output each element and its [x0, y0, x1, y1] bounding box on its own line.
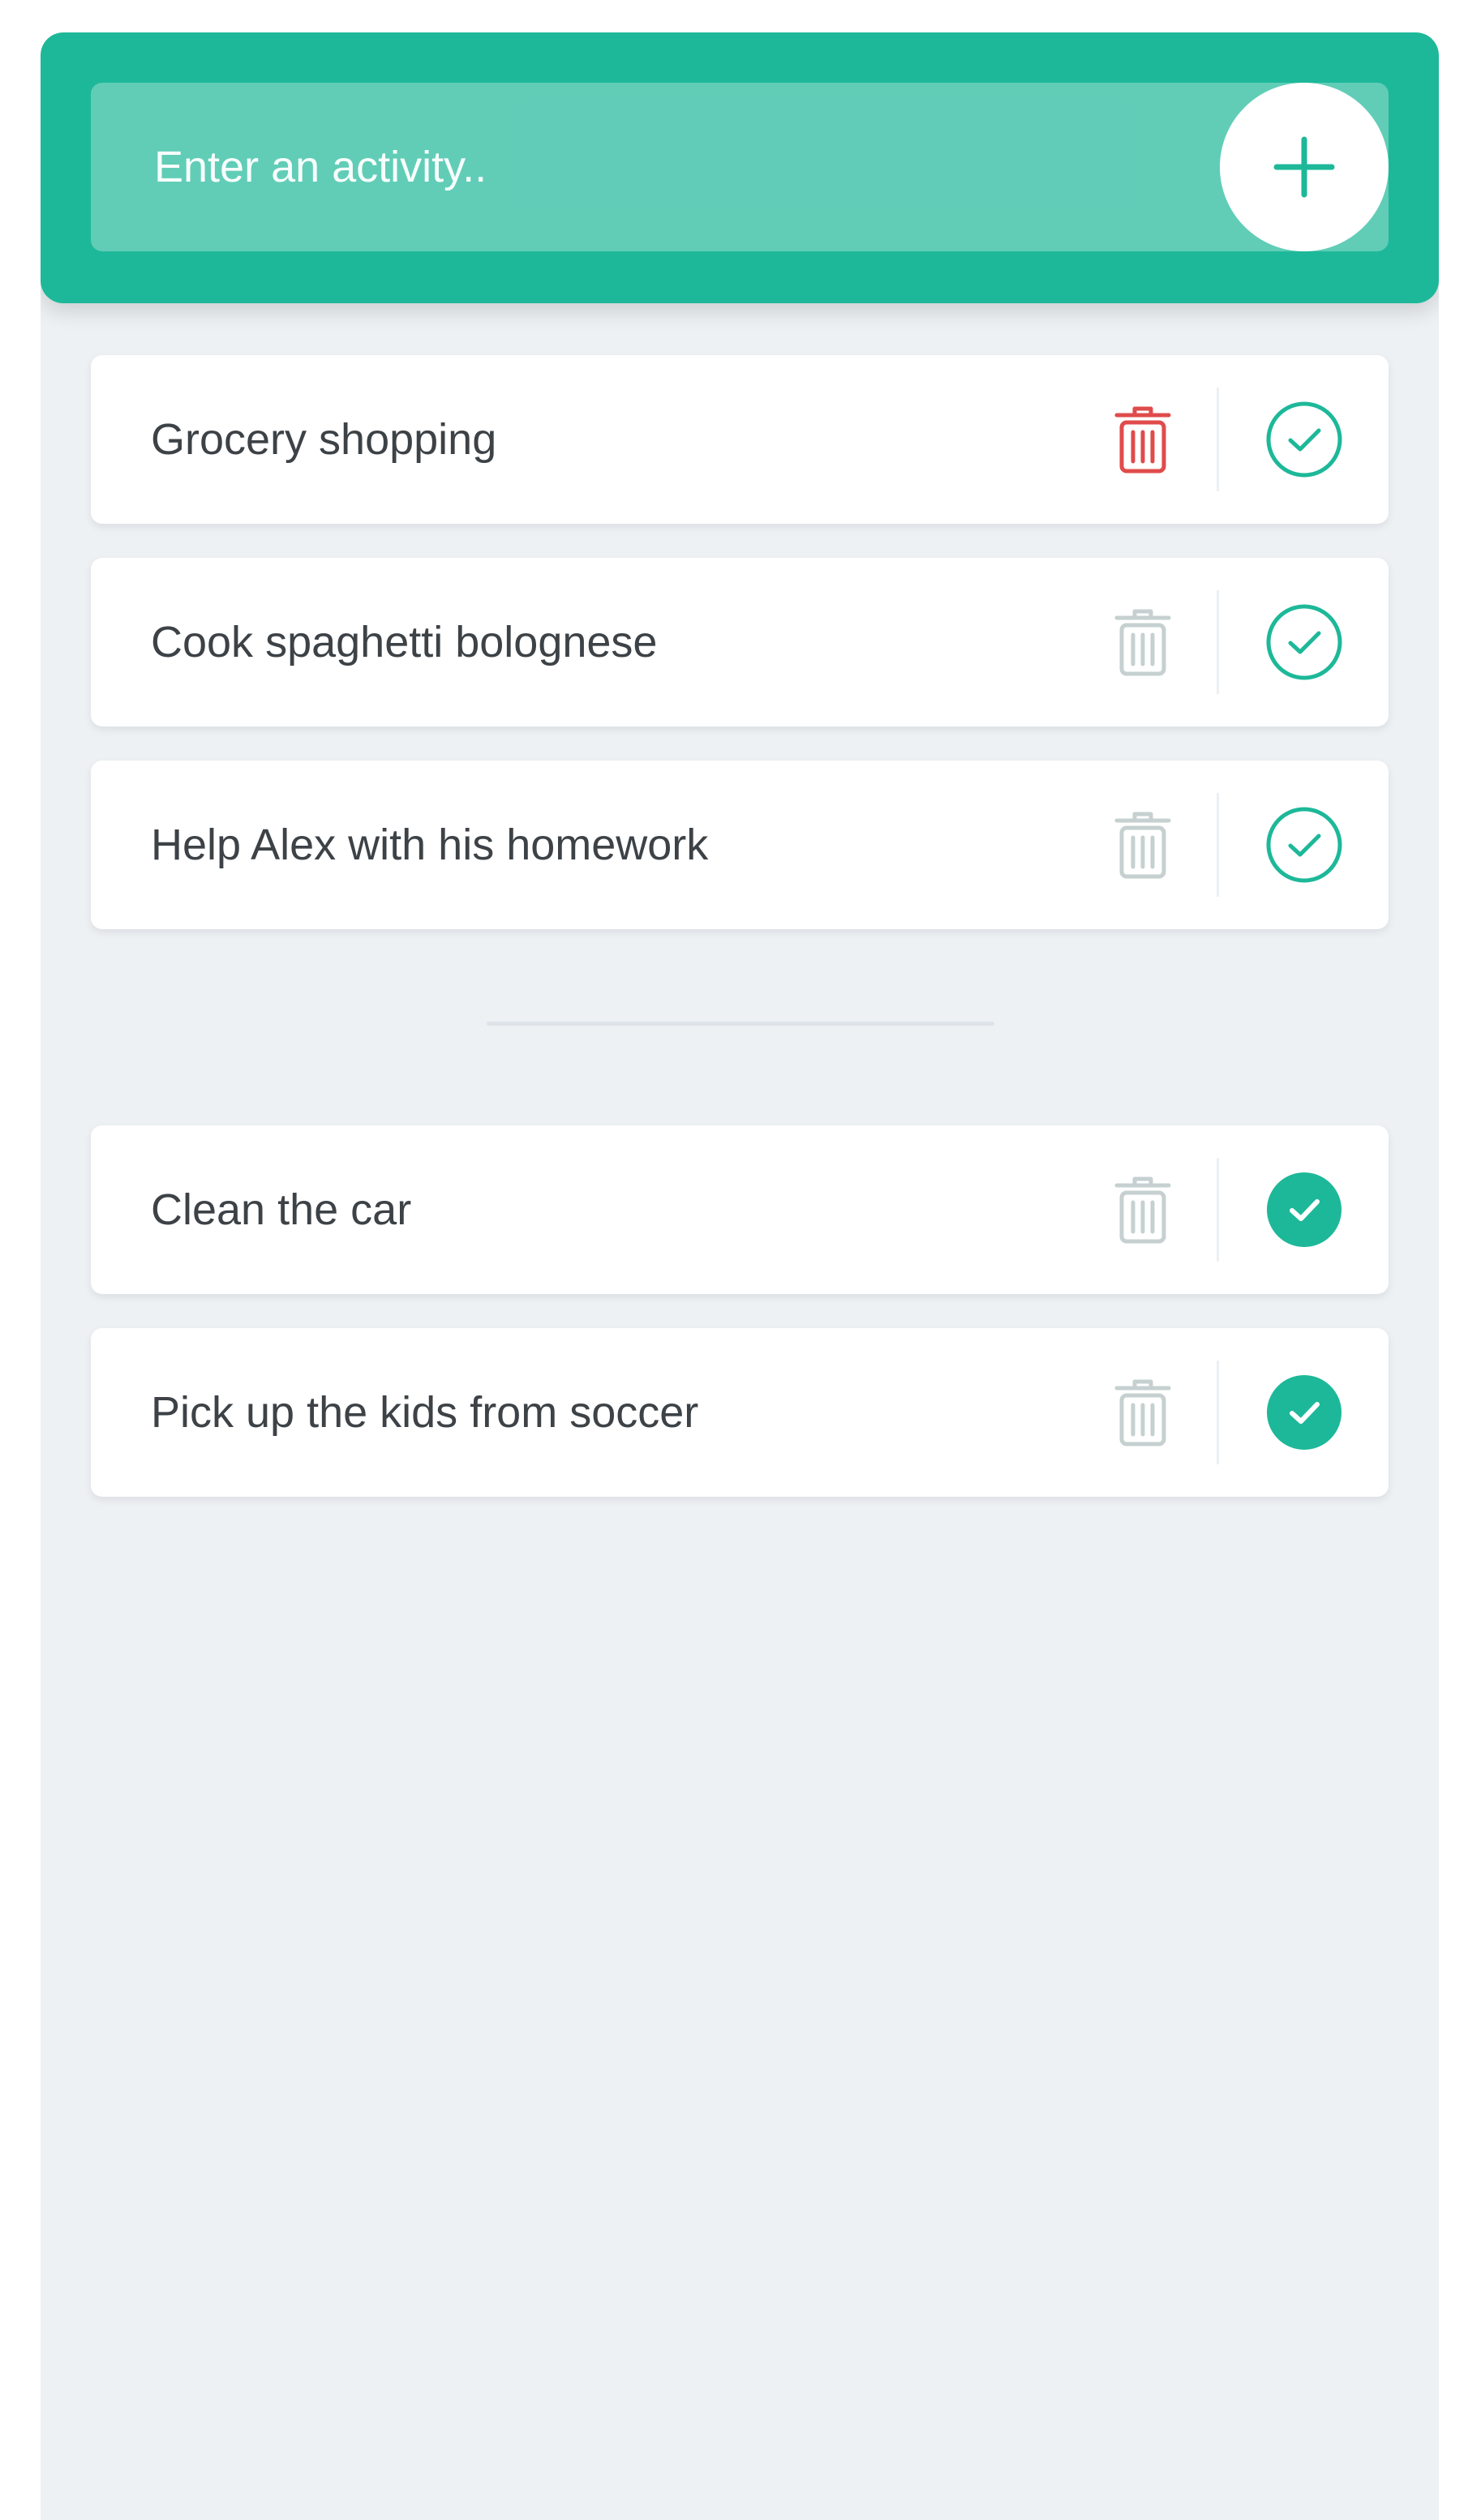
completed-item-text: Pick up the kids from soccer	[151, 1388, 699, 1437]
delete-button[interactable]	[1090, 558, 1196, 726]
section-divider	[487, 1022, 994, 1026]
todo-item: Cook spaghetti bolognese	[91, 558, 1389, 726]
header	[41, 32, 1439, 303]
delete-button[interactable]	[1090, 1125, 1196, 1294]
uncomplete-button[interactable]	[1265, 1171, 1343, 1249]
completed-item-text: Clean the car	[151, 1185, 412, 1234]
complete-button[interactable]	[1265, 603, 1343, 681]
add-button[interactable]	[1220, 83, 1389, 251]
check-circle-icon	[1266, 604, 1342, 680]
todo-item-text: Help Alex with his homework	[151, 821, 709, 869]
complete-button[interactable]	[1265, 806, 1343, 884]
todo-item: Help Alex with his homework	[91, 761, 1389, 929]
todo-app: Grocery shopping Cook spaghetti bolognes…	[41, 32, 1439, 2520]
todo-item-text: Grocery shopping	[151, 415, 497, 464]
todo-list: Grocery shopping Cook spaghetti bolognes…	[91, 355, 1389, 963]
card-divider	[1217, 590, 1219, 694]
delete-button[interactable]	[1090, 355, 1196, 524]
complete-button[interactable]	[1265, 401, 1343, 478]
delete-button[interactable]	[1090, 761, 1196, 929]
trash-icon	[1114, 406, 1171, 474]
trash-icon	[1114, 609, 1171, 676]
card-divider	[1217, 793, 1219, 897]
card-divider	[1217, 1361, 1219, 1464]
card-divider	[1217, 388, 1219, 491]
check-circle-icon	[1266, 807, 1342, 883]
card-divider	[1217, 1158, 1219, 1262]
completed-list: Clean the car Pick up the kids from socc…	[91, 1125, 1389, 1531]
todo-item-text: Cook spaghetti bolognese	[151, 618, 658, 666]
uncomplete-button[interactable]	[1265, 1374, 1343, 1451]
completed-item: Clean the car	[91, 1125, 1389, 1294]
todo-item: Grocery shopping	[91, 355, 1389, 524]
activity-input-wrapper	[91, 83, 1389, 251]
trash-icon	[1114, 1176, 1171, 1244]
completed-item: Pick up the kids from soccer	[91, 1328, 1389, 1497]
delete-button[interactable]	[1090, 1328, 1196, 1497]
activity-input[interactable]	[91, 83, 1226, 251]
trash-icon	[1114, 1379, 1171, 1446]
plus-icon	[1273, 136, 1335, 198]
check-circle-icon	[1266, 401, 1342, 478]
trash-icon	[1114, 812, 1171, 879]
check-circle-filled-icon	[1267, 1375, 1341, 1450]
check-circle-filled-icon	[1267, 1172, 1341, 1247]
